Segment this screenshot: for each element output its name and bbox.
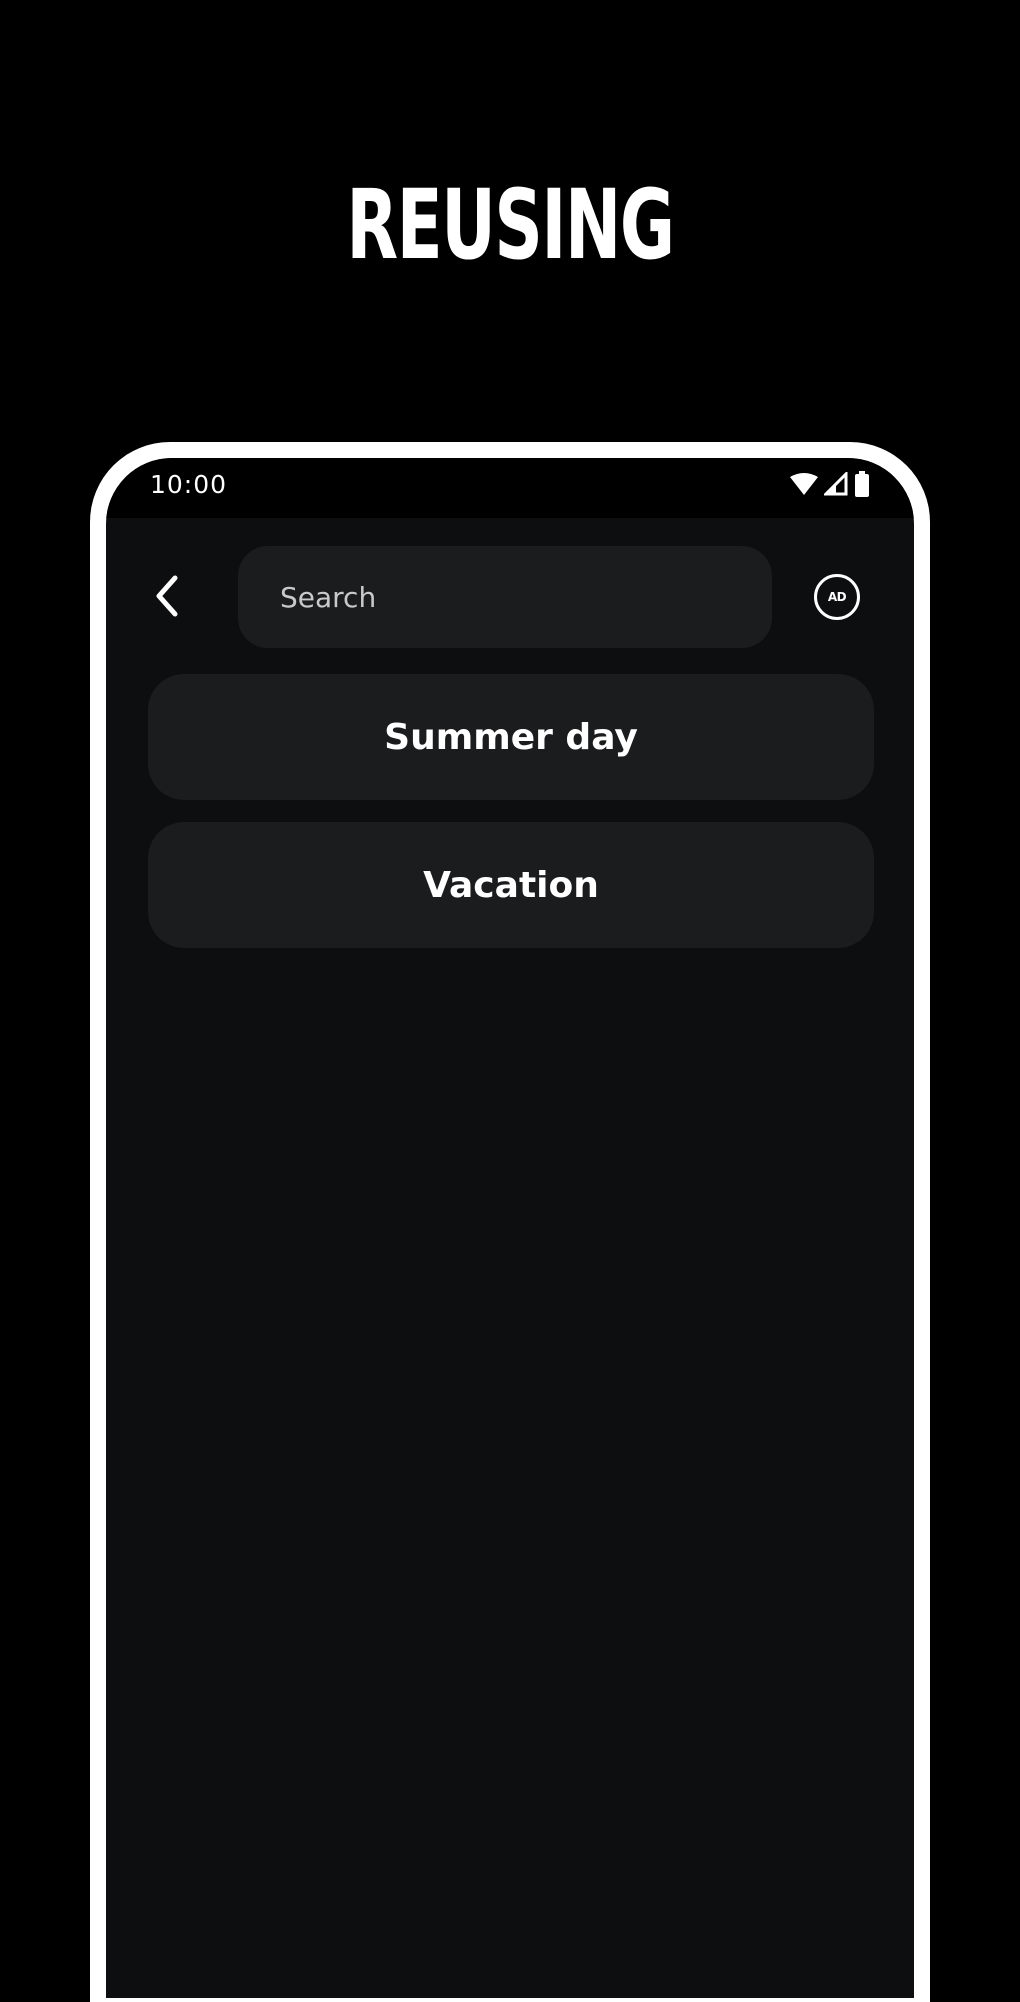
back-button[interactable] (136, 568, 196, 628)
status-time: 10:00 (150, 470, 228, 499)
chevron-left-icon (151, 574, 181, 622)
phone-screen: 10:00 Search AD Summer day Vacation (106, 458, 914, 1998)
search-box[interactable] (238, 546, 772, 648)
results-list: Summer day Vacation (148, 674, 874, 970)
wifi-icon (790, 473, 818, 499)
result-item-summer-day[interactable]: Summer day (148, 674, 874, 800)
top-bar: AD (106, 546, 914, 650)
battery-icon (854, 471, 870, 501)
result-item-vacation[interactable]: Vacation (148, 822, 874, 948)
result-item-label: Vacation (423, 864, 599, 906)
ad-badge-label: AD (827, 590, 847, 604)
promo-headline: REUSING (346, 169, 675, 281)
status-icons (790, 470, 870, 501)
status-bar: 10:00 (106, 458, 914, 518)
signal-icon (822, 470, 848, 500)
ad-button[interactable]: AD (814, 574, 860, 620)
search-input[interactable] (280, 580, 740, 614)
result-item-label: Summer day (384, 716, 638, 758)
